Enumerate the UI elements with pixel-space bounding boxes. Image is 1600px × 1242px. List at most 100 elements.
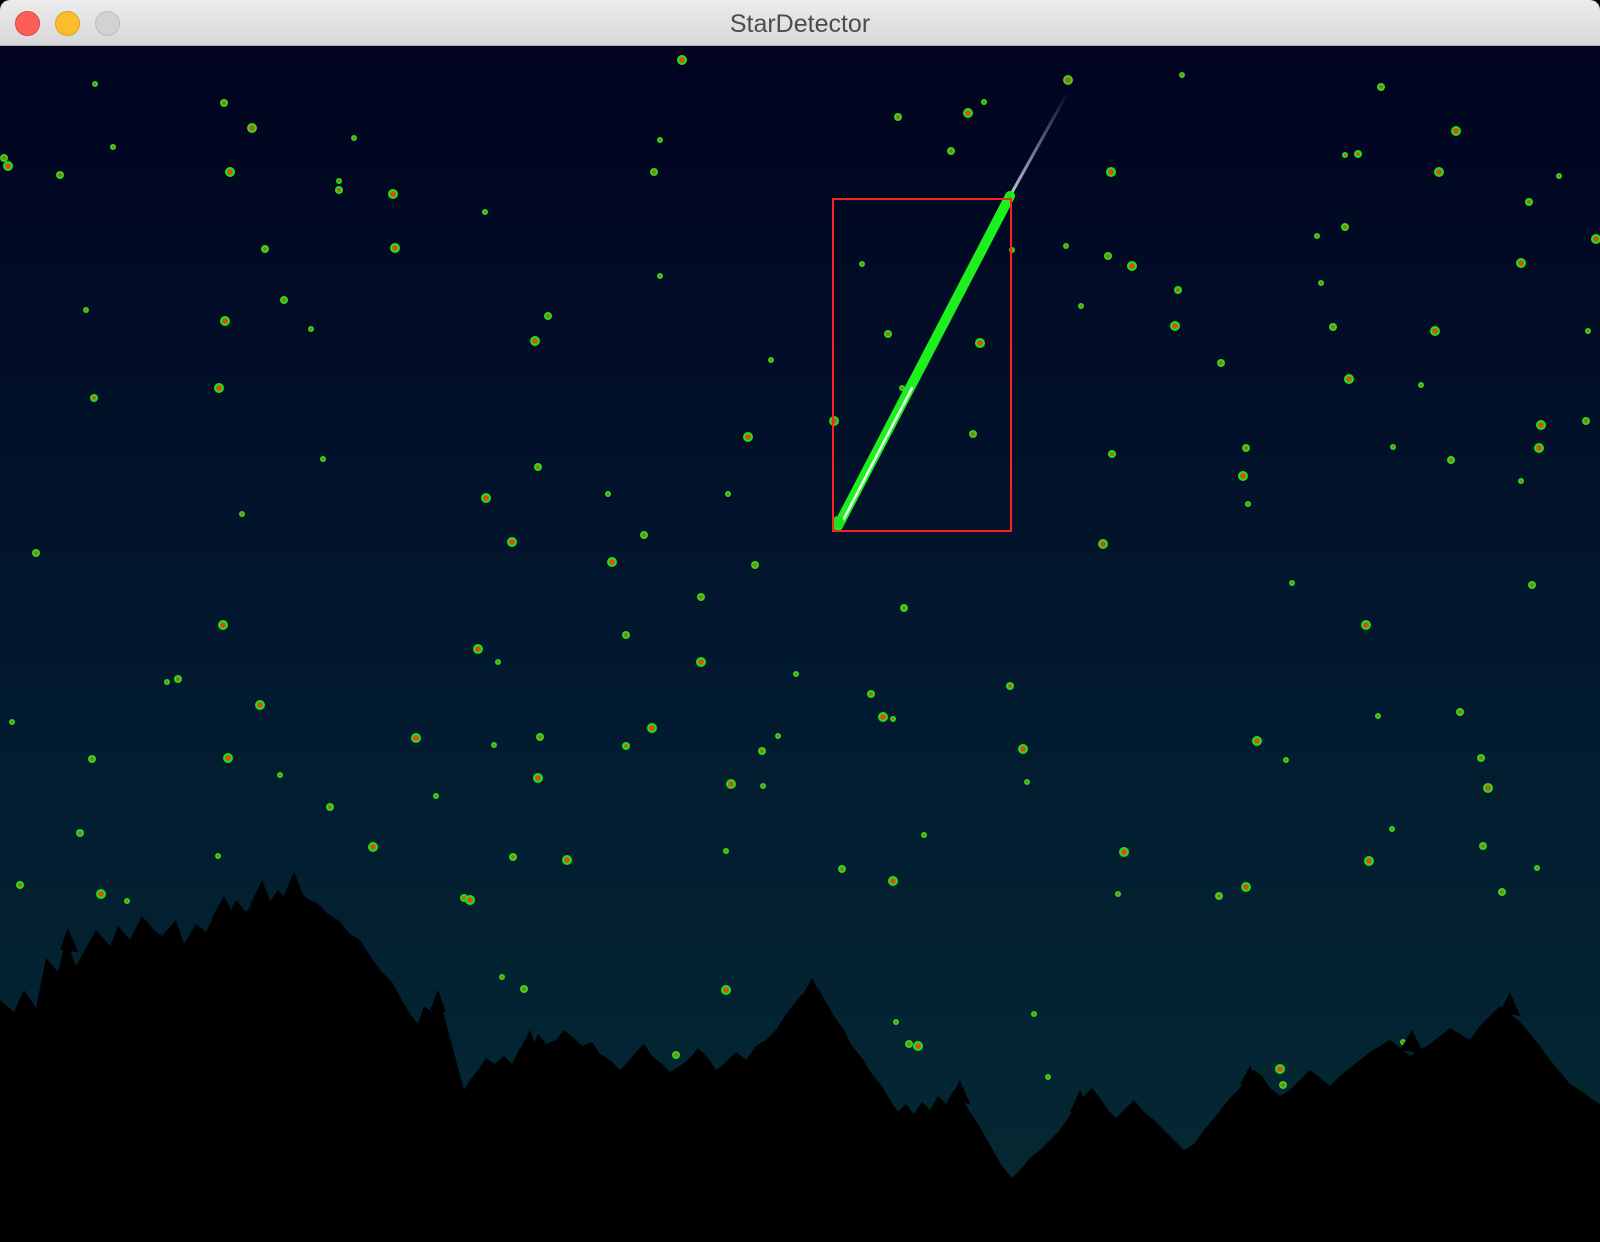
star-marker xyxy=(223,753,233,763)
star-marker-center xyxy=(971,432,975,436)
star-marker-center xyxy=(1527,200,1531,204)
star-marker-center xyxy=(309,327,313,331)
star-marker-center xyxy=(1519,479,1523,483)
star-marker xyxy=(9,719,15,725)
star-marker-center xyxy=(165,680,169,684)
star-marker xyxy=(890,716,896,722)
star-marker-center xyxy=(34,551,38,555)
star-marker-center xyxy=(1379,85,1383,89)
star-marker-center xyxy=(1244,446,1248,450)
star-marker-center xyxy=(1064,244,1068,248)
star-marker xyxy=(657,273,663,279)
star-marker xyxy=(530,336,540,346)
star-marker xyxy=(110,144,116,150)
star-marker-center xyxy=(1240,473,1246,479)
star-marker-center xyxy=(753,563,757,567)
star-marker xyxy=(1279,1081,1287,1089)
star-marker xyxy=(1354,150,1362,158)
star-marker xyxy=(888,876,898,886)
star-marker xyxy=(225,167,235,177)
star-marker xyxy=(1364,856,1374,866)
star-marker-center xyxy=(915,1043,921,1049)
star-marker xyxy=(1329,323,1337,331)
star-marker-center xyxy=(728,781,734,787)
star-marker xyxy=(465,895,475,905)
star-marker xyxy=(220,316,230,326)
star-marker-center xyxy=(1458,710,1462,714)
star-marker xyxy=(326,803,334,811)
star-marker-center xyxy=(1343,225,1347,229)
star-marker-center xyxy=(1376,714,1380,718)
star-marker-center xyxy=(674,1053,678,1057)
star-marker xyxy=(1479,842,1487,850)
star-marker-center xyxy=(1346,376,1352,382)
star-marker xyxy=(83,307,89,313)
star-marker-center xyxy=(922,833,926,837)
star-marker-center xyxy=(535,775,541,781)
star-marker xyxy=(1238,471,1248,481)
star-marker xyxy=(433,793,439,799)
star-marker-center xyxy=(1290,581,1294,585)
star-marker-center xyxy=(546,314,550,318)
star-marker-center xyxy=(896,115,900,119)
star-marker xyxy=(536,733,544,741)
star-marker xyxy=(390,243,400,253)
star-marker-center xyxy=(1065,77,1071,83)
title-bar[interactable]: StarDetector xyxy=(0,0,1600,46)
star-marker-center xyxy=(902,606,906,610)
star-marker xyxy=(473,644,483,654)
star-marker xyxy=(947,147,955,155)
star-marker xyxy=(838,865,846,873)
star-marker-center xyxy=(977,340,983,346)
star-marker-center xyxy=(609,559,615,565)
star-marker-center xyxy=(10,720,14,724)
star-marker-center xyxy=(1419,383,1423,387)
star-marker xyxy=(214,383,224,393)
star-marker-center xyxy=(1108,169,1114,175)
star-marker xyxy=(1045,1074,1051,1080)
star-marker-center xyxy=(624,744,628,748)
star-marker xyxy=(3,161,13,171)
star-marker-center xyxy=(257,702,263,708)
star-marker-center xyxy=(392,245,398,251)
star-marker xyxy=(900,604,908,612)
star-marker xyxy=(726,779,736,789)
star-marker-center xyxy=(216,385,222,391)
star-marker xyxy=(174,675,182,683)
star-marker xyxy=(622,631,630,639)
star-marker xyxy=(124,898,130,904)
star-marker xyxy=(758,747,766,755)
star-marker-center xyxy=(965,110,971,116)
star-marker xyxy=(88,755,96,763)
star-marker-center xyxy=(1180,73,1184,77)
star-marker-center xyxy=(18,883,22,887)
star-marker-center xyxy=(111,145,115,149)
star-marker-center xyxy=(328,805,332,809)
star-marker-center xyxy=(240,512,244,516)
star-marker xyxy=(1242,444,1250,452)
star-marker xyxy=(723,848,729,854)
star-marker-center xyxy=(1390,827,1394,831)
star-marker xyxy=(1451,126,1461,136)
star-marker-center xyxy=(1343,153,1347,157)
star-marker xyxy=(1341,223,1349,231)
star-marker-center xyxy=(98,891,104,897)
star-marker-center xyxy=(225,755,231,761)
star-marker xyxy=(697,593,705,601)
star-marker xyxy=(320,456,326,462)
star-marker-center xyxy=(1356,152,1360,156)
star-marker-center xyxy=(606,492,610,496)
star-marker xyxy=(1361,620,1371,630)
star-marker xyxy=(1534,443,1544,453)
star-marker xyxy=(544,312,552,320)
star-marker xyxy=(1018,744,1028,754)
star-marker xyxy=(533,773,543,783)
star-marker xyxy=(1104,252,1112,260)
star-marker xyxy=(1252,736,1262,746)
star-marker xyxy=(793,671,799,677)
star-marker-center xyxy=(492,743,496,747)
star-marker-center xyxy=(1536,445,1542,451)
star-marker xyxy=(1289,580,1295,586)
star-marker-center xyxy=(900,386,904,390)
star-marker-center xyxy=(370,844,376,850)
